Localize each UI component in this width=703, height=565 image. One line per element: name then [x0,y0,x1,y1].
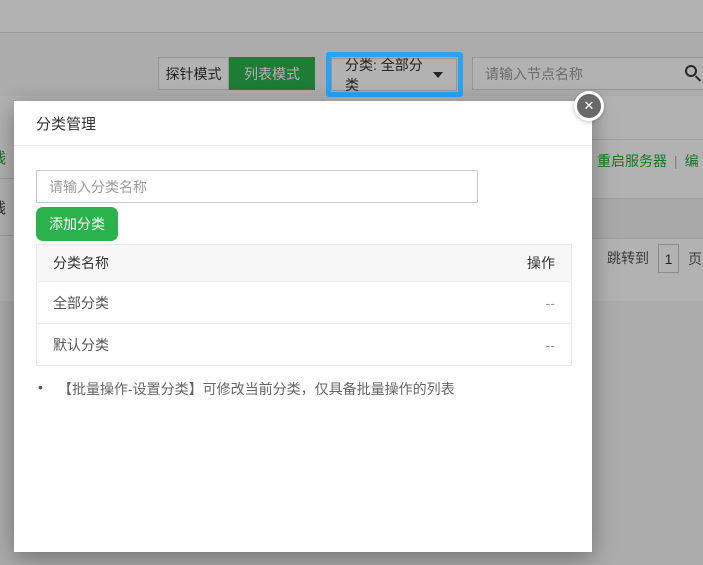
category-name-cell: 全部分类 [53,293,109,313]
category-table: 分类名称 操作 全部分类 -- 默认分类 -- [36,244,572,366]
category-name-input[interactable] [36,170,478,203]
table-row: 全部分类 -- [37,281,571,323]
close-button[interactable]: ✕ [574,91,604,121]
dialog-header: 分类管理 [14,101,592,146]
category-action-cell: -- [546,295,555,311]
category-name-cell: 默认分类 [53,335,109,355]
close-icon: ✕ [584,98,595,114]
add-category-button[interactable]: 添加分类 [36,207,118,241]
hint-note-text: 【批量操作-设置分类】可修改当前分类，仅具备批量操作的列表 [58,379,455,399]
table-header-row: 分类名称 操作 [37,245,571,281]
category-action-cell: -- [546,337,555,353]
dropdown-highlight-outline [326,52,463,97]
column-header-name: 分类名称 [53,253,109,273]
dialog-title: 分类管理 [36,113,96,134]
bullet-icon: • [38,379,58,399]
hint-note: • 【批量操作-设置分类】可修改当前分类，仅具备批量操作的列表 [38,379,455,399]
category-management-dialog: 分类管理 添加分类 分类名称 操作 全部分类 -- 默认分类 -- • 【批量操… [14,101,592,552]
table-row: 默认分类 -- [37,323,571,365]
column-header-action: 操作 [527,253,555,273]
